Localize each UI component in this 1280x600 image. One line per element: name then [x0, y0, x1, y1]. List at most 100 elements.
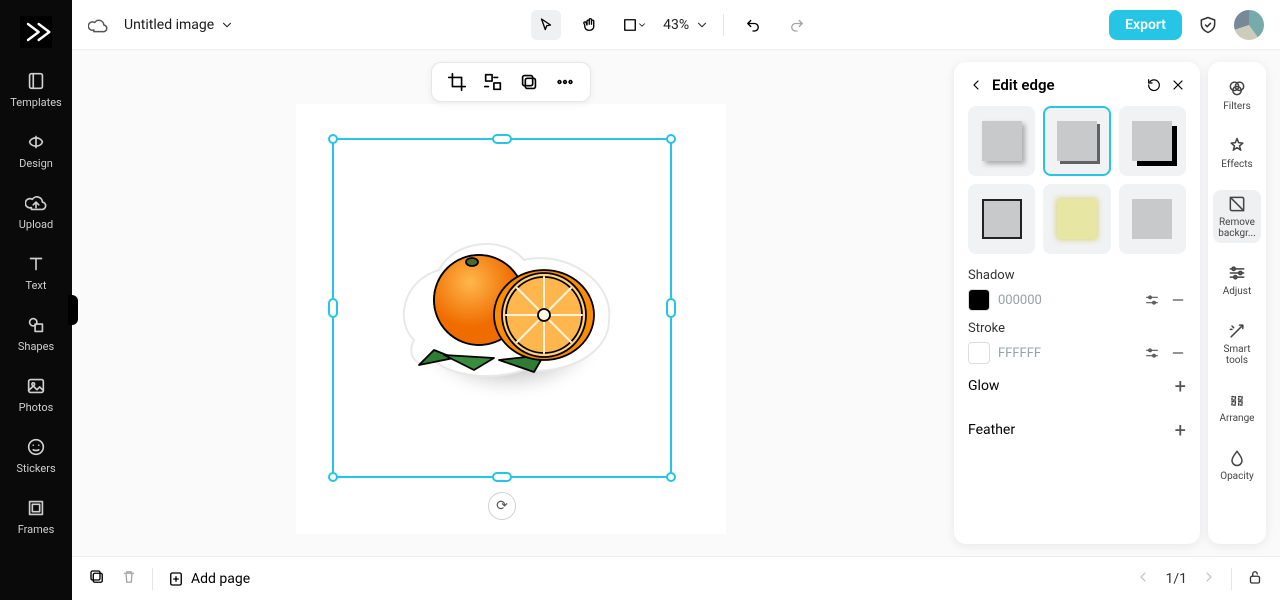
rail-stickers[interactable]: Stickers [6, 432, 66, 479]
rail-photos[interactable]: Photos [6, 371, 66, 418]
left-tool-rail: Templates Design Upload Text Shapes Phot… [0, 0, 72, 600]
zoom-value: 43% [663, 17, 689, 33]
resize-handle-tl[interactable] [328, 134, 338, 144]
resize-handle-br[interactable] [666, 472, 676, 482]
shadow-hex[interactable]: 000000 [998, 293, 1136, 308]
document-title-text: Untitled image [124, 17, 214, 33]
resize-handle-bl[interactable] [328, 472, 338, 482]
redo-button[interactable] [782, 10, 812, 40]
rail-stickers-label: Stickers [16, 462, 55, 475]
resize-handle-r[interactable] [666, 298, 676, 318]
rr-remove-bg[interactable]: Remove backgr... [1213, 190, 1261, 243]
selection-box[interactable]: ⟳ [332, 138, 672, 478]
rotate-handle[interactable]: ⟳ [488, 492, 516, 520]
shadow-label: Shadow [968, 268, 1186, 283]
edge-style-soft-shadow[interactable] [968, 106, 1035, 176]
edit-edge-panel: Edit edge Shadow 000000 [954, 62, 1200, 544]
edge-style-drop-shadow[interactable] [1043, 106, 1110, 176]
separator [723, 14, 724, 36]
glow-row[interactable]: Glow + [968, 364, 1186, 408]
rr-adjust[interactable]: Adjust [1213, 259, 1261, 301]
artboard[interactable]: ⟳ [296, 104, 726, 534]
rr-filters[interactable]: Filters [1213, 74, 1261, 116]
glow-label: Glow [968, 378, 999, 394]
stroke-remove-icon[interactable] [1170, 345, 1186, 361]
zoom-control[interactable]: 43% [663, 17, 709, 33]
rail-upload[interactable]: Upload [6, 188, 66, 235]
back-icon[interactable] [968, 77, 984, 93]
rail-frames-label: Frames [18, 523, 55, 536]
delete-page-icon[interactable] [120, 568, 138, 590]
resize-handle-tr[interactable] [666, 134, 676, 144]
copy-style-button[interactable] [518, 71, 540, 93]
lock-icon[interactable] [1246, 568, 1264, 590]
user-avatar[interactable] [1234, 10, 1264, 40]
rail-photos-label: Photos [19, 401, 54, 414]
edge-style-none[interactable] [1119, 184, 1186, 254]
chevron-down-icon [695, 18, 709, 32]
resize-handle-b[interactable] [492, 472, 512, 482]
rr-filters-label: Filters [1223, 101, 1251, 112]
rr-arrange[interactable]: Arrange [1213, 386, 1261, 428]
separator [152, 568, 153, 590]
edge-style-grid [968, 106, 1186, 254]
feather-row[interactable]: Feather + [968, 408, 1186, 452]
stroke-hex[interactable]: FFFFFF [998, 346, 1136, 361]
next-page-button[interactable] [1201, 569, 1217, 589]
document-title[interactable]: Untitled image [124, 17, 234, 33]
edge-style-hard-shadow[interactable] [1119, 106, 1186, 176]
bottombar: Add page 1/1 [72, 556, 1280, 600]
more-button[interactable] [554, 71, 576, 93]
stroke-row: FFFFFF [968, 342, 1186, 364]
rr-adjust-label: Adjust [1223, 286, 1252, 297]
stroke-settings-icon[interactable] [1144, 345, 1160, 361]
floating-selection-toolbar [431, 62, 591, 102]
rr-smart-tools-label: Smart tools [1213, 344, 1261, 366]
orange-sticker-image[interactable] [384, 220, 634, 380]
reset-icon[interactable] [1146, 77, 1162, 93]
rr-opacity-label: Opacity [1220, 471, 1254, 482]
separator [1231, 568, 1232, 590]
shadow-color-swatch[interactable] [968, 289, 990, 311]
cloud-save-icon[interactable] [88, 15, 108, 35]
rr-effects-label: Effects [1221, 159, 1252, 170]
add-page-button[interactable]: Add page [167, 570, 250, 588]
duplicate-page-icon[interactable] [88, 568, 106, 590]
shadow-remove-icon[interactable] [1170, 292, 1186, 308]
stroke-color-swatch[interactable] [968, 342, 990, 364]
rr-opacity[interactable]: Opacity [1213, 444, 1261, 486]
prev-page-button[interactable] [1135, 569, 1151, 589]
rr-smart-tools[interactable]: Smart tools [1213, 317, 1261, 370]
rail-text[interactable]: Text [6, 249, 66, 296]
export-button[interactable]: Export [1109, 10, 1182, 40]
resize-handle-l[interactable] [328, 298, 338, 318]
canvas-area[interactable]: Page 1 [72, 50, 950, 556]
shadow-settings-icon[interactable] [1144, 292, 1160, 308]
edge-style-outline[interactable] [968, 184, 1035, 254]
rail-templates-label: Templates [10, 96, 61, 109]
replace-button[interactable] [482, 71, 504, 93]
rr-remove-bg-label: Remove backgr... [1213, 217, 1261, 239]
undo-button[interactable] [738, 10, 768, 40]
rail-shapes[interactable]: Shapes [6, 310, 66, 357]
app-logo[interactable] [20, 16, 52, 48]
rail-frames[interactable]: Frames [6, 493, 66, 540]
plus-icon: + [1175, 418, 1186, 442]
rr-effects[interactable]: Effects [1213, 132, 1261, 174]
page-indicator: 1/1 [1165, 571, 1187, 587]
rail-text-label: Text [26, 279, 47, 292]
close-icon[interactable] [1170, 77, 1186, 93]
rail-shapes-label: Shapes [18, 340, 54, 353]
right-tool-rail: Filters Effects Remove backgr... Adjust … [1208, 62, 1266, 544]
rail-design[interactable]: Design [6, 127, 66, 174]
resize-tool[interactable] [619, 10, 649, 40]
crop-button[interactable] [446, 71, 468, 93]
resize-handle-t[interactable] [492, 134, 512, 144]
hand-tool[interactable] [575, 10, 605, 40]
edge-style-glow[interactable] [1043, 184, 1110, 254]
rail-design-label: Design [19, 157, 53, 170]
feather-label: Feather [968, 422, 1015, 438]
shield-icon[interactable] [1198, 15, 1218, 35]
pointer-tool[interactable] [531, 10, 561, 40]
rail-templates[interactable]: Templates [6, 66, 66, 113]
